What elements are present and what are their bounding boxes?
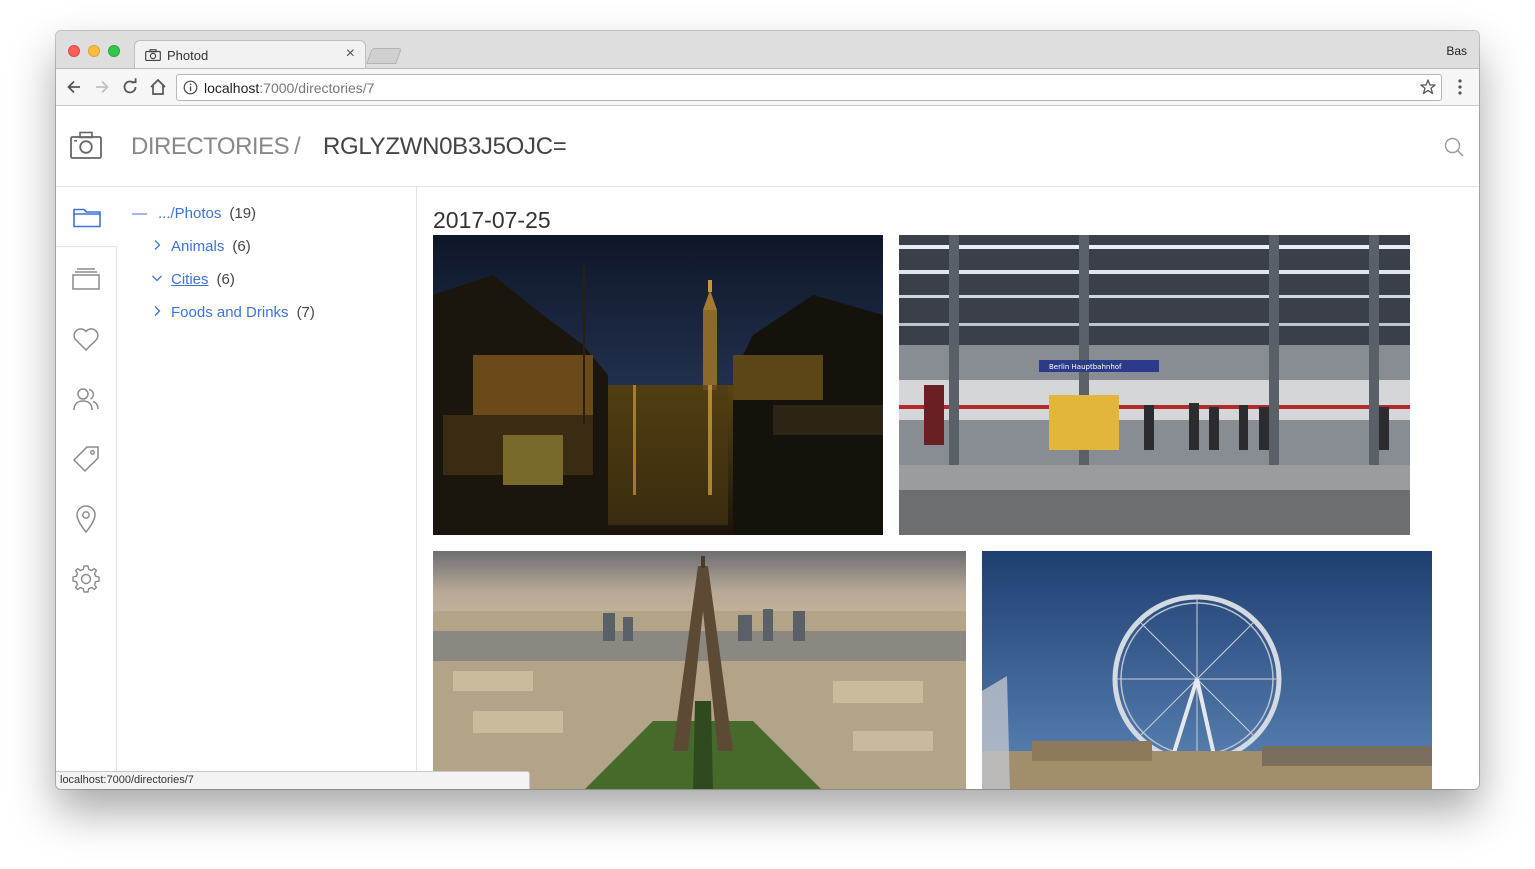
chevron-down-icon[interactable] bbox=[151, 271, 167, 288]
search-icon[interactable] bbox=[1443, 136, 1465, 158]
camera-logo-icon[interactable] bbox=[70, 131, 102, 159]
icon-sidebar bbox=[56, 187, 118, 789]
sidebar-directories[interactable] bbox=[56, 187, 118, 247]
collapse-dash-icon[interactable]: — bbox=[132, 205, 154, 222]
directory-tree: — .../Photos (19) Animals (6) Cities (6) bbox=[117, 187, 417, 789]
browser-tab[interactable]: Photod × bbox=[134, 40, 366, 69]
folder-icon bbox=[73, 208, 101, 227]
chevron-right-icon[interactable] bbox=[151, 238, 167, 255]
tree-item-count: (6) bbox=[232, 238, 251, 255]
heart-icon bbox=[73, 328, 99, 351]
profile-name[interactable]: Bas bbox=[1446, 44, 1467, 58]
tab-close-icon[interactable]: × bbox=[346, 45, 355, 63]
breadcrumb-current: RGLYZWN0B3J5OJC= bbox=[323, 133, 567, 160]
status-bar-url: localhost:7000/directories/7 bbox=[56, 771, 530, 789]
app-header: DIRECTORIES / RGLYZWN0B3J5OJC= bbox=[56, 106, 1479, 187]
close-window-button[interactable] bbox=[68, 45, 80, 57]
back-arrow-icon[interactable] bbox=[64, 77, 84, 97]
sidebar-people[interactable] bbox=[56, 369, 116, 429]
bookmark-star-icon[interactable] bbox=[1419, 78, 1437, 96]
settings-gear-icon bbox=[72, 565, 100, 593]
tag-icon bbox=[73, 446, 99, 472]
tree-item-label[interactable]: Animals bbox=[171, 238, 224, 255]
people-icon bbox=[73, 388, 99, 411]
photo-paris-eiffel-tower[interactable] bbox=[433, 551, 966, 789]
sidebar-favorites[interactable] bbox=[56, 309, 116, 369]
date-heading: 2017-07-25 bbox=[433, 207, 551, 233]
home-icon[interactable] bbox=[148, 77, 168, 97]
tree-root-count: (19) bbox=[229, 205, 257, 222]
tree-item-label[interactable]: Cities bbox=[171, 271, 209, 288]
minimize-window-button[interactable] bbox=[88, 45, 100, 57]
tab-strip: Photod × Bas bbox=[56, 31, 1479, 69]
tree-item-label[interactable]: Foods and Drinks bbox=[171, 304, 289, 321]
tree-item-count: (6) bbox=[216, 271, 235, 288]
tree-item-count: (7) bbox=[296, 304, 315, 321]
photo-london-eye[interactable] bbox=[982, 551, 1432, 789]
sidebar-tags[interactable] bbox=[56, 429, 116, 489]
url-text: localhost:7000/directories/7 bbox=[204, 80, 375, 96]
breadcrumb-directories[interactable]: DIRECTORIES bbox=[131, 133, 290, 161]
tree-root[interactable]: — .../Photos (19) bbox=[132, 205, 256, 222]
kebab-menu-icon[interactable] bbox=[1453, 77, 1467, 97]
reload-icon[interactable] bbox=[120, 77, 140, 97]
photo-berlin-hauptbahnhof[interactable]: Berlin Hauptbahnhof bbox=[899, 235, 1410, 535]
browser-window: Photod × Bas localhost:7000/directories/… bbox=[56, 31, 1479, 789]
sidebar-albums[interactable] bbox=[56, 249, 116, 309]
app-root: DIRECTORIES / RGLYZWN0B3J5OJC= — .../Pho… bbox=[56, 106, 1479, 789]
forward-arrow-icon[interactable] bbox=[92, 77, 112, 97]
camera-icon bbox=[145, 49, 161, 61]
address-bar[interactable]: localhost:7000/directories/7 bbox=[176, 74, 1442, 101]
maximize-window-button[interactable] bbox=[108, 45, 120, 57]
tree-item-animals[interactable]: Animals (6) bbox=[151, 238, 251, 255]
tab-title: Photod bbox=[167, 48, 209, 63]
browser-toolbar: localhost:7000/directories/7 bbox=[56, 68, 1479, 106]
photo-amsterdam-canal-night[interactable] bbox=[433, 235, 883, 535]
new-tab-button[interactable] bbox=[366, 48, 402, 64]
location-pin-icon bbox=[76, 505, 96, 534]
info-icon[interactable] bbox=[183, 80, 198, 95]
chevron-right-icon[interactable] bbox=[151, 304, 167, 321]
tree-item-foods-and-drinks[interactable]: Foods and Drinks (7) bbox=[151, 304, 315, 321]
sidebar-places[interactable] bbox=[56, 489, 116, 549]
tree-root-label[interactable]: .../Photos bbox=[158, 205, 221, 222]
tree-item-cities[interactable]: Cities (6) bbox=[151, 271, 235, 288]
station-sign-text: Berlin Hauptbahnhof bbox=[1049, 363, 1122, 371]
albums-icon bbox=[72, 268, 100, 290]
sidebar-settings[interactable] bbox=[56, 549, 116, 609]
breadcrumb-separator: / bbox=[294, 133, 301, 160]
photo-grid: 2017-07-25 Berlin Hauptbahnhof bbox=[418, 187, 1479, 789]
